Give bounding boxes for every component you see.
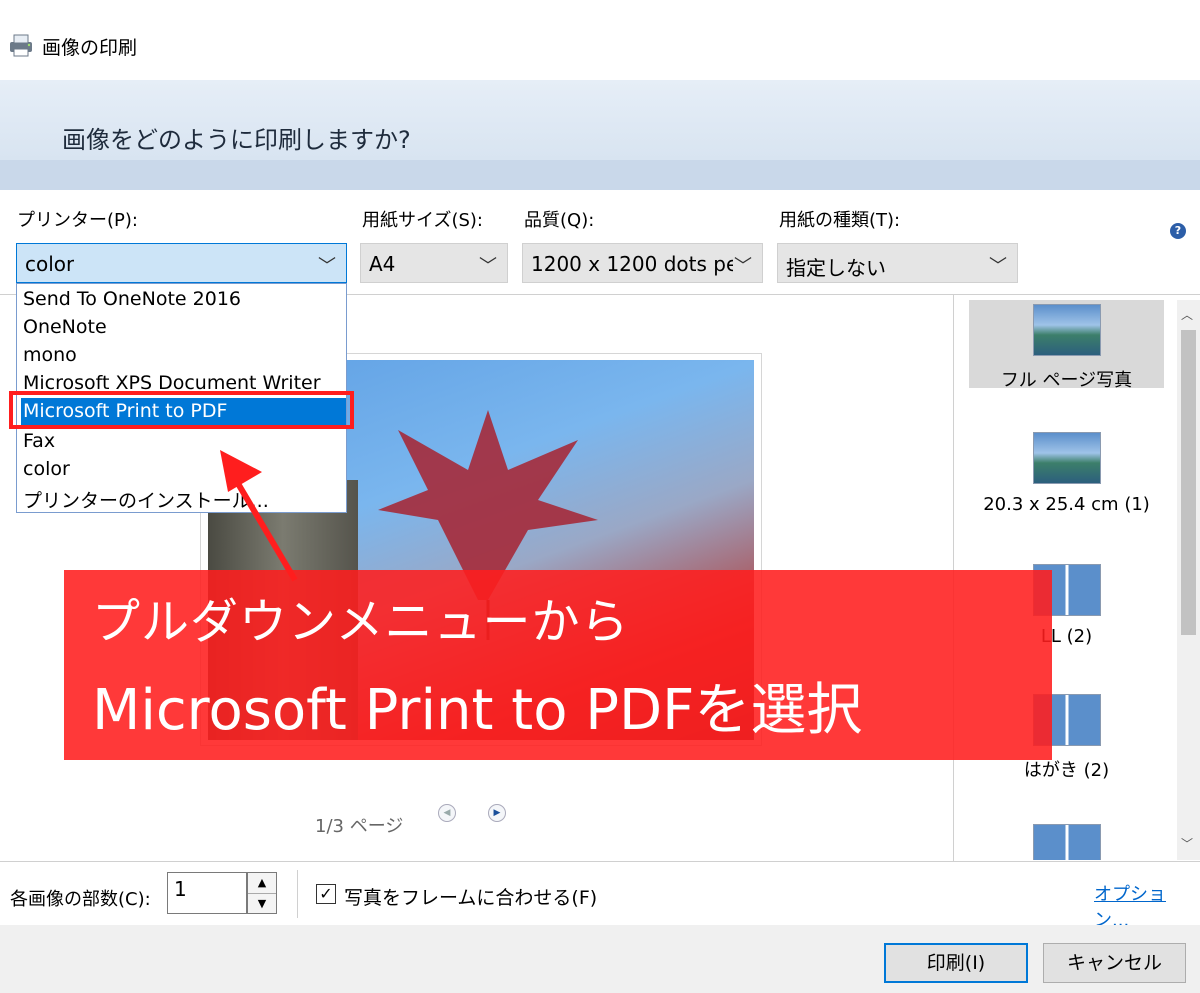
stepper-down-icon[interactable]: ▼	[248, 893, 276, 913]
layout-label: 20.3 x 25.4 cm (1)	[983, 494, 1150, 515]
dropdown-item-label: Send To OneNote 2016	[23, 288, 241, 310]
paper-type-select-value: 指定しない	[786, 256, 886, 280]
dropdown-item-label: OneNote	[23, 316, 107, 338]
paper-type-select[interactable]: 指定しない ﹀	[777, 243, 1018, 283]
dropdown-item-mono[interactable]: mono	[21, 342, 346, 370]
dialog-question: 画像をどのように印刷しますか?	[62, 126, 411, 154]
chevron-down-icon: ﹀	[734, 256, 752, 277]
scroll-down-icon[interactable]: ﹀	[1181, 835, 1193, 852]
callout-line-2: Microsoft Print to PDFを選択	[92, 678, 863, 743]
dropdown-item-send-to-onenote[interactable]: Send To OneNote 2016	[21, 286, 346, 314]
divider-vertical	[297, 870, 298, 918]
callout-line-1: プルダウンメニューから	[92, 594, 630, 650]
scrollbar-thumb[interactable]	[1181, 330, 1196, 635]
paper-size-select-value: A4	[369, 252, 396, 276]
paper-type-label: 用紙の種類(T):	[779, 210, 901, 231]
fit-frame-checkbox[interactable]: ✓	[316, 884, 336, 904]
highlight-box	[9, 391, 354, 429]
paper-size-select[interactable]: A4 ﹀	[360, 243, 508, 283]
layout-item-more[interactable]	[969, 820, 1164, 860]
chevron-down-icon: ﹀	[989, 256, 1007, 277]
dropdown-item-label: mono	[23, 344, 77, 366]
layout-thumbnail	[1032, 432, 1101, 484]
paper-size-label: 用紙サイズ(S):	[362, 210, 483, 231]
dropdown-item-onenote[interactable]: OneNote	[21, 314, 346, 342]
layout-label: フル ページ写真	[1000, 370, 1133, 391]
layout-item-20x25[interactable]: 20.3 x 25.4 cm (1)	[969, 428, 1164, 518]
layout-scrollbar[interactable]: ︿ ﹀	[1177, 300, 1200, 860]
dropdown-item-label: color	[23, 458, 70, 480]
stepper-up-icon[interactable]: ▲	[248, 873, 276, 893]
quality-label: 品質(Q):	[524, 210, 595, 231]
red-arrow-icon	[220, 450, 298, 582]
printer-icon	[10, 34, 32, 57]
printer-select-value: color	[25, 252, 75, 276]
chevron-down-icon: ﹀	[318, 256, 336, 277]
window-title: 画像の印刷	[42, 37, 138, 59]
copies-input[interactable]: 1	[167, 872, 247, 914]
copies-stepper[interactable]: ▲ ▼	[247, 872, 277, 914]
quality-select-value: 1200 x 1200 dots per	[531, 252, 733, 276]
layout-thumbnail	[1032, 824, 1101, 860]
scroll-up-icon[interactable]: ︿	[1181, 306, 1193, 323]
dropdown-item-label: Fax	[23, 430, 56, 452]
help-icon[interactable]: ?	[1170, 223, 1186, 239]
callout-banner: プルダウンメニューから Microsoft Print to PDFを選択	[64, 570, 1052, 760]
page-indicator: 1/3 ページ	[315, 816, 404, 837]
fit-frame-label: 写真をフレームに合わせる(F)	[344, 887, 598, 909]
quality-select[interactable]: 1200 x 1200 dots per ﹀	[522, 243, 763, 283]
printer-label: プリンター(P):	[17, 210, 138, 231]
layout-thumbnail	[1032, 304, 1101, 356]
title-bar: 画像の印刷	[0, 0, 1200, 80]
cancel-button[interactable]: キャンセル	[1043, 943, 1186, 983]
chevron-down-icon: ﹀	[479, 256, 497, 277]
print-button[interactable]: 印刷(I)	[884, 943, 1028, 983]
printer-select[interactable]: color ﹀	[16, 243, 347, 283]
copies-label: 各画像の部数(C):	[10, 889, 151, 910]
header-strip	[0, 160, 1200, 190]
next-page-icon[interactable]: ▶	[488, 804, 506, 822]
layout-item-full-page[interactable]: フル ページ写真	[969, 300, 1164, 391]
prev-page-icon[interactable]: ◀	[438, 804, 456, 822]
